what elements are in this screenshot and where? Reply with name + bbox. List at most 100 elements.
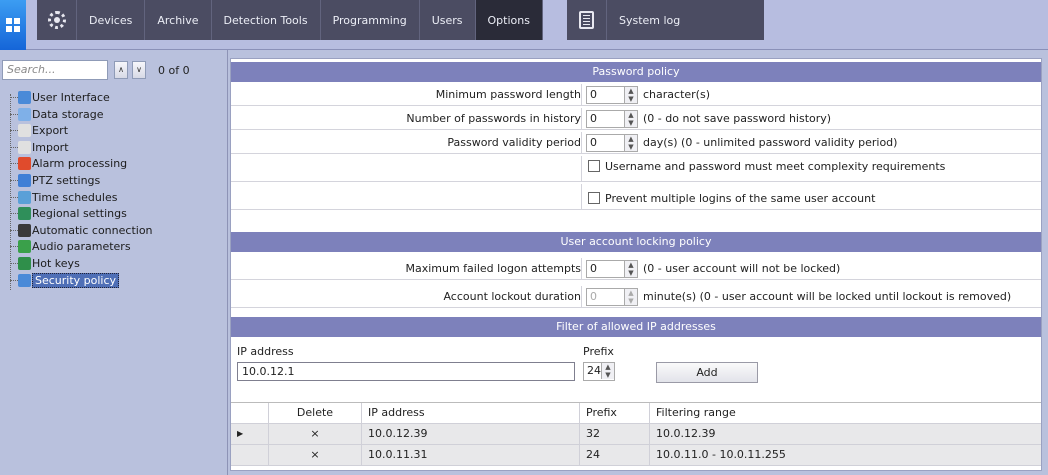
- tree-item-user-interface[interactable]: User Interface: [6, 90, 216, 107]
- schedule-icon: [18, 190, 31, 204]
- column-header-prefix[interactable]: Prefix: [580, 403, 650, 424]
- row-marker-icon: ▶: [231, 424, 269, 445]
- column-header-ip[interactable]: IP address: [362, 403, 580, 424]
- globe-icon: [18, 207, 31, 221]
- history-label: Number of passwords in history: [406, 112, 581, 125]
- lockout-label: Account lockout duration: [443, 290, 581, 303]
- row-marker-icon: [231, 445, 269, 466]
- max-attempts-row: Maximum failed logon attempts 0 ▲ ▼ (0 - …: [231, 258, 1041, 280]
- table-row[interactable]: × 10.0.11.31 24 10.0.11.0 - 10.0.11.255: [231, 445, 1041, 466]
- tree-item-data-storage[interactable]: Data storage: [6, 107, 216, 124]
- ip-address-input[interactable]: 10.0.12.1: [237, 362, 575, 381]
- min-length-row: Minimum password length 0 ▲ ▼ character(s…: [231, 84, 1041, 106]
- tree-connector: [10, 213, 18, 215]
- tree-item-label: Data storage: [32, 107, 104, 121]
- row-prefix: 24: [580, 445, 650, 466]
- ip-add-form: IP address 10.0.12.1 Prefix 24 ▲ ▼ Add: [231, 341, 1041, 403]
- export-icon: [18, 124, 31, 138]
- tree-item-audio-parameters[interactable]: Audio parameters: [6, 239, 216, 256]
- ip-filter-header: Filter of allowed IP addresses: [231, 317, 1041, 337]
- min-length-label: Minimum password length: [435, 88, 581, 101]
- column-header-delete[interactable]: Delete: [269, 403, 362, 424]
- locking-policy-header: User account locking policy: [231, 232, 1041, 252]
- tree-item-automatic-connection[interactable]: Automatic connection: [6, 223, 216, 240]
- row-range: 10.0.11.0 - 10.0.11.255: [656, 448, 786, 461]
- tab-options[interactable]: Options: [475, 0, 543, 40]
- tab-strip: Devices Archive Detection Tools Programm…: [37, 0, 764, 40]
- tree-connector: [10, 97, 18, 98]
- hotkeys-icon: [18, 256, 31, 270]
- delete-row-button[interactable]: ×: [269, 424, 362, 445]
- column-header-range[interactable]: Filtering range: [650, 403, 1041, 424]
- tree-item-security-policy[interactable]: Security policy: [6, 272, 216, 290]
- tab-devices[interactable]: Devices: [77, 0, 146, 40]
- column-header-marker: [231, 403, 269, 424]
- tab-system-log[interactable]: System log: [607, 0, 720, 40]
- min-length-value: 0: [590, 88, 597, 101]
- search-prev-button[interactable]: ∧: [114, 61, 128, 79]
- tree-connector: [10, 196, 18, 198]
- tree-item-time-schedules[interactable]: Time schedules: [6, 190, 216, 207]
- alarm-icon: [18, 157, 31, 171]
- gear-icon[interactable]: [37, 0, 77, 40]
- min-length-spinner[interactable]: 0 ▲ ▼: [586, 86, 638, 104]
- tree-item-label: PTZ settings: [32, 173, 101, 187]
- validity-row: Password validity period 0 ▲ ▼ day(s) (0 …: [231, 132, 1041, 154]
- ip-filter-table: Delete IP address Prefix Filtering range…: [231, 403, 1041, 466]
- lockout-spinner[interactable]: 0 ▲ ▼: [586, 288, 638, 306]
- complexity-label: Username and password must meet complexi…: [605, 160, 946, 173]
- tab-users[interactable]: Users: [420, 0, 476, 40]
- search-next-button[interactable]: ∨: [132, 61, 146, 79]
- tree-item-alarm-processing[interactable]: Alarm processing: [6, 156, 216, 173]
- tree-item-label: Audio parameters: [32, 240, 131, 254]
- spinner-arrows-icon[interactable]: ▲ ▼: [624, 261, 637, 277]
- spinner-arrows-icon[interactable]: ▲ ▼: [601, 363, 614, 379]
- spinner-arrows-icon[interactable]: ▲ ▼: [624, 135, 637, 151]
- tree-connector: [10, 130, 18, 132]
- tree-item-import[interactable]: Import: [6, 140, 216, 157]
- prefix-spinner[interactable]: 24 ▲ ▼: [583, 362, 615, 381]
- tree-item-export[interactable]: Export: [6, 123, 216, 140]
- toolbar-gap: [542, 0, 567, 40]
- spinner-arrows-icon[interactable]: ▲ ▼: [624, 289, 637, 305]
- search-counter: 0 of 0: [158, 64, 190, 77]
- complexity-checkbox[interactable]: [588, 160, 600, 172]
- tab-programming[interactable]: Programming: [321, 0, 420, 40]
- validity-spinner[interactable]: 0 ▲ ▼: [586, 134, 638, 152]
- search-input[interactable]: Search...: [2, 60, 108, 80]
- grid-logo-icon[interactable]: [0, 0, 26, 50]
- audio-icon: [18, 240, 31, 254]
- row-range: 10.0.12.39: [656, 427, 716, 440]
- database-icon: [18, 107, 31, 121]
- spinner-arrows-icon[interactable]: ▲ ▼: [624, 111, 637, 127]
- prefix-value: 24: [587, 364, 601, 377]
- tree-item-ptz-settings[interactable]: PTZ settings: [6, 173, 216, 190]
- min-length-suffix: character(s): [643, 88, 710, 101]
- settings-tree-panel: Search... ∧ ∨ 0 of 0 User Interface Data …: [0, 50, 228, 475]
- tree-connector: [10, 163, 18, 165]
- validity-value: 0: [590, 136, 597, 149]
- main-toolbar: Devices Archive Detection Tools Programm…: [0, 0, 1048, 50]
- tree-connector: [10, 246, 18, 248]
- row-ip: 10.0.11.31: [362, 445, 580, 466]
- tree-item-hot-keys[interactable]: Hot keys: [6, 256, 216, 273]
- tab-detection-tools[interactable]: Detection Tools: [212, 0, 321, 40]
- multi-login-checkbox[interactable]: [588, 192, 600, 204]
- lockout-value: 0: [590, 290, 597, 303]
- table-row[interactable]: ▶ × 10.0.12.39 32 10.0.12.39: [231, 424, 1041, 445]
- tree-connector: [10, 146, 18, 148]
- spinner-arrows-icon[interactable]: ▲ ▼: [624, 87, 637, 103]
- validity-label: Password validity period: [447, 136, 581, 149]
- tree-item-regional-settings[interactable]: Regional settings: [6, 206, 216, 223]
- tree-item-label: Regional settings: [32, 207, 127, 221]
- tab-archive[interactable]: Archive: [145, 0, 212, 40]
- ptz-icon: [18, 173, 31, 187]
- log-sheet-icon[interactable]: [567, 0, 607, 40]
- table-header-row: Delete IP address Prefix Filtering range: [231, 403, 1041, 424]
- settings-tree: User Interface Data storage Export Import Al…: [6, 90, 216, 289]
- validity-suffix: day(s) (0 - unlimited password validity …: [643, 136, 898, 149]
- delete-row-button[interactable]: ×: [269, 445, 362, 466]
- max-attempts-spinner[interactable]: 0 ▲ ▼: [586, 260, 638, 278]
- add-ip-button[interactable]: Add: [656, 362, 758, 383]
- history-spinner[interactable]: 0 ▲ ▼: [586, 110, 638, 128]
